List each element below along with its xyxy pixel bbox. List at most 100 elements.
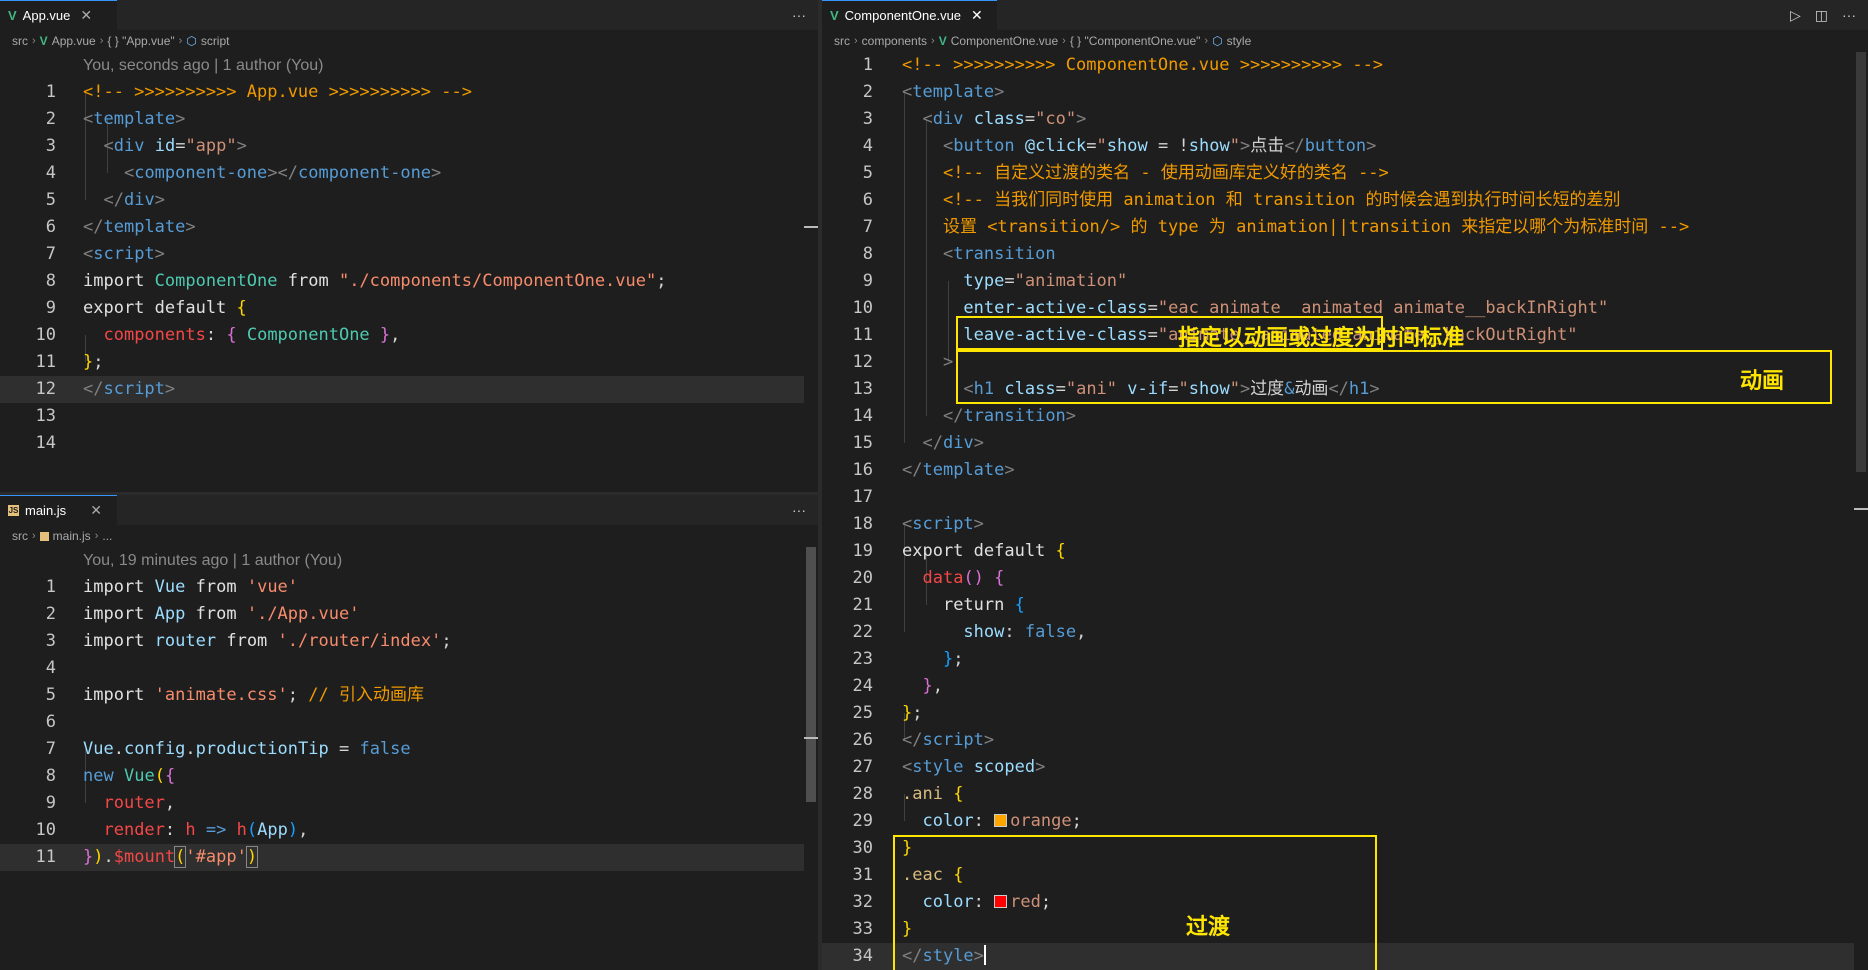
line-text: .ani { <box>902 784 964 804</box>
tab-actions: ··· <box>792 0 806 30</box>
line-number: 4 <box>45 658 56 678</box>
line-number: 34 <box>852 946 873 966</box>
split-editor-icon[interactable]: ◫ <box>1815 7 1828 24</box>
line-number: 20 <box>852 568 873 588</box>
vertical-scrollbar[interactable] <box>804 52 818 492</box>
blame-annotation[interactable]: You, 19 minutes ago | 1 author (You) <box>83 547 342 574</box>
line-number: 11 <box>35 352 56 372</box>
line-text: export default { <box>902 541 1066 561</box>
color-swatch[interactable] <box>994 814 1008 827</box>
line-text: <!-- >>>>>>>>>> ComponentOne.vue >>>>>>>… <box>902 55 1384 75</box>
code-line: 4 <component-one></component-one> <box>0 160 818 187</box>
code-line: 21 return { <box>822 592 1868 619</box>
breadcrumb-item[interactable]: ... <box>102 529 112 543</box>
code-line: 3 import router from './router/index'; <box>0 628 818 655</box>
line-number: 16 <box>852 460 873 480</box>
breadcrumb-item[interactable]: ComponentOne.vue <box>951 34 1058 48</box>
line-number: 23 <box>852 649 873 669</box>
line-number: 10 <box>852 298 873 318</box>
line-number: 9 <box>862 271 873 291</box>
code-line: 13 <box>0 403 818 430</box>
breadcrumb-item[interactable]: components <box>862 34 927 48</box>
close-icon[interactable]: ✕ <box>90 502 102 519</box>
line-number: 29 <box>852 811 873 831</box>
line-text: render: h => h(App), <box>103 820 309 840</box>
vue-file-icon: V <box>830 8 839 23</box>
cube-icon: ⬡ <box>1212 34 1223 48</box>
tab-component-one-vue[interactable]: V ComponentOne.vue ✕ <box>822 0 997 30</box>
code-line: 23 }; <box>822 646 1868 673</box>
vertical-scrollbar[interactable] <box>804 547 818 970</box>
line-number: 8 <box>45 271 56 291</box>
scrollbar-thumb[interactable] <box>806 547 816 802</box>
code-line: 1 <!-- >>>>>>>>>> ComponentOne.vue >>>>>>… <box>822 52 1868 79</box>
line-number: 2 <box>45 604 56 624</box>
line-text: }; <box>83 352 104 372</box>
breadcrumb-item[interactable]: App.vue <box>52 34 96 48</box>
breadcrumb-item[interactable]: { } "ComponentOne.vue" <box>1070 34 1201 48</box>
line-text: > <box>942 352 954 372</box>
line-number: 5 <box>862 163 873 183</box>
breadcrumb-item[interactable]: script <box>201 34 230 48</box>
blame-annotation[interactable]: You, seconds ago | 1 author (You) <box>83 52 323 79</box>
line-number: 9 <box>45 793 56 813</box>
code-line: 5 </div> <box>0 187 818 214</box>
code-line: 9 router, <box>0 790 818 817</box>
breadcrumb-item[interactable]: style <box>1227 34 1252 48</box>
line-number: 9 <box>45 298 56 318</box>
code-editor[interactable]: You, 19 minutes ago | 1 author (You) 1 im… <box>0 547 818 871</box>
line-number: 3 <box>45 631 56 651</box>
close-icon[interactable]: ✕ <box>80 7 92 24</box>
code-line: 16 </template> <box>822 457 1868 484</box>
line-text: import 'animate.css'; // 引入动画库 <box>83 685 424 705</box>
more-actions-icon[interactable]: ··· <box>1842 7 1856 23</box>
run-icon[interactable]: ▷ <box>1790 7 1801 24</box>
line-number: 13 <box>852 379 873 399</box>
more-actions-icon[interactable]: ··· <box>792 502 806 518</box>
line-text: data() { <box>922 568 1005 588</box>
chevron-right-icon: › <box>931 35 935 47</box>
tab-main-js[interactable]: JS main.js ✕ <box>0 495 117 525</box>
code-editor[interactable]: You, seconds ago | 1 author (You) 1 <!-- … <box>0 52 818 457</box>
code-editor[interactable]: 1 <!-- >>>>>>>>>> ComponentOne.vue >>>>>>… <box>822 52 1868 970</box>
chevron-right-icon: › <box>32 530 36 542</box>
line-number: 1 <box>45 82 56 102</box>
tab-label: ComponentOne.vue <box>844 8 962 23</box>
close-icon[interactable]: ✕ <box>971 7 983 24</box>
breadcrumb-item[interactable]: main.js <box>53 529 91 543</box>
line-number: 13 <box>35 406 56 426</box>
vertical-scrollbar[interactable] <box>1854 52 1868 970</box>
line-number: 5 <box>45 190 56 210</box>
code-line: 1 <!-- >>>>>>>>>> App.vue >>>>>>>>>> --> <box>0 79 818 106</box>
breadcrumb-item[interactable]: src <box>12 529 28 543</box>
code-line: 25}; <box>822 700 1868 727</box>
line-number: 12 <box>852 352 873 372</box>
vue-file-icon: V <box>8 8 17 23</box>
scrollbar-thumb[interactable] <box>1856 52 1866 472</box>
vue-file-icon: V <box>39 34 48 48</box>
code-line: 2 <template> <box>0 106 818 133</box>
line-number: 22 <box>852 622 873 642</box>
code-line: 7 <script> <box>0 241 818 268</box>
line-text: <div id="app"> <box>103 136 247 156</box>
line-text: color: orange; <box>922 811 1082 831</box>
breadcrumb-item[interactable]: src <box>12 34 28 48</box>
line-number: 25 <box>852 703 873 723</box>
line-text: <style scoped> <box>902 757 1046 777</box>
breadcrumb-item[interactable]: src <box>834 34 850 48</box>
code-line: 2 import App from './App.vue' <box>0 601 818 628</box>
line-number: 17 <box>852 487 873 507</box>
line-number: 4 <box>45 163 56 183</box>
blame-line: You, 19 minutes ago | 1 author (You) <box>0 547 818 574</box>
more-actions-icon[interactable]: ··· <box>792 7 806 23</box>
chevron-right-icon: › <box>32 35 36 47</box>
line-text: <button @click="show = !show">点击</button… <box>942 136 1377 156</box>
breadcrumb-item[interactable]: { } "App.vue" <box>107 34 174 48</box>
line-text: </div> <box>922 433 984 453</box>
tab-app-vue[interactable]: V App.vue ✕ <box>0 0 117 30</box>
line-number: 14 <box>35 433 56 453</box>
overview-ruler-mark <box>804 226 818 228</box>
line-text: 设置 <transition/> 的 type 为 animation||tra… <box>942 217 1690 237</box>
line-number: 8 <box>862 244 873 264</box>
line-number: 14 <box>852 406 873 426</box>
